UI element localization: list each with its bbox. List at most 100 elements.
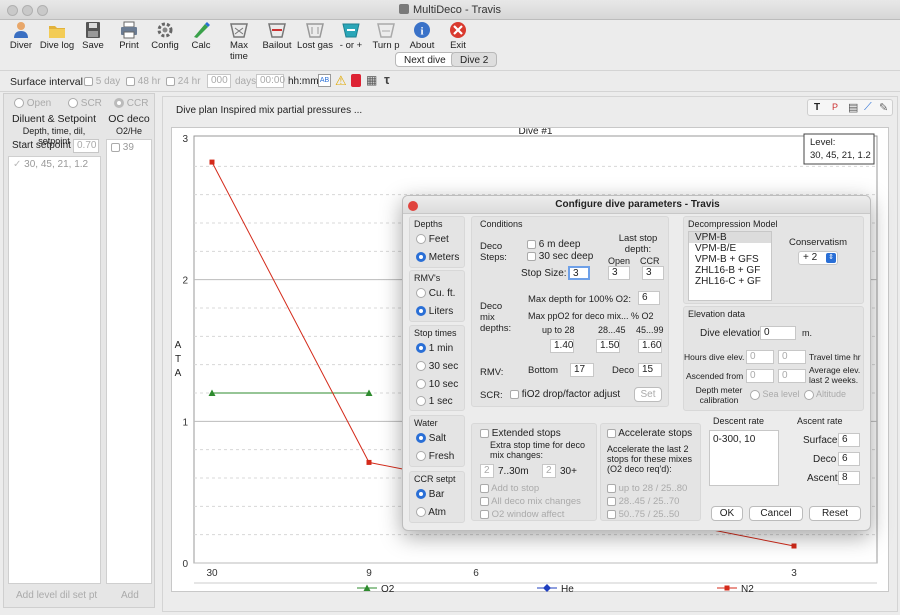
deco-model-option[interactable]: ZHL16-B + GF <box>689 265 771 276</box>
add-to-stop-checkbox[interactable]: Add to stop <box>480 483 539 494</box>
all-deco-mix-checkbox[interactable]: All deco mix changes <box>480 496 581 507</box>
ppo2-28-45-input[interactable]: 1.50 <box>596 339 620 353</box>
dive-elevation-input[interactable]: 0 <box>760 326 796 340</box>
meters-radio[interactable]: Meters <box>416 252 459 263</box>
grid-icon[interactable]: ▦ <box>366 73 377 87</box>
tab-next-dive[interactable]: Next dive <box>395 52 455 67</box>
ext-stop-b-input[interactable]: 2 <box>542 464 556 478</box>
window-close-button[interactable] <box>7 5 18 16</box>
checkbox[interactable] <box>480 496 489 506</box>
tau-icon[interactable]: τ <box>384 72 390 87</box>
salt-radio[interactable]: Salt <box>416 433 446 444</box>
list-item[interactable]: 39 <box>107 140 151 155</box>
checkbox[interactable] <box>111 142 120 152</box>
ppo2-45-99-input[interactable]: 1.60 <box>638 339 662 353</box>
checkbox[interactable] <box>126 76 135 86</box>
add-oc-button[interactable]: Add <box>121 590 139 601</box>
toolbar-turn-point-button[interactable]: Turn p <box>372 21 400 51</box>
radio[interactable] <box>416 489 426 500</box>
fio2-checkbox[interactable]: fiO2 drop/factor adjust <box>510 389 620 400</box>
checkbox[interactable] <box>607 509 616 519</box>
conservatism-select[interactable]: + 2 ⇕ <box>798 251 838 265</box>
add-dil-setpoint-button[interactable]: Add level dil set pt <box>16 590 97 601</box>
mode-ccr-radio[interactable]: CCR <box>114 98 148 109</box>
stop-1min-radio[interactable]: 1 min <box>416 343 453 354</box>
cuft-radio[interactable]: Cu. ft. <box>416 288 455 299</box>
radio[interactable] <box>416 396 426 407</box>
checkbox[interactable] <box>607 496 616 506</box>
surface-48hr-option[interactable]: 48 hr <box>126 76 161 87</box>
surface-days-input[interactable]: 000 <box>207 74 231 88</box>
accelerate-mix2-checkbox[interactable]: 28..45 / 25..70 <box>607 496 679 507</box>
checkbox[interactable] <box>607 428 616 438</box>
liters-radio[interactable]: Liters <box>416 306 453 317</box>
ppo2-upto28-input[interactable]: 1.40 <box>550 339 574 353</box>
fresh-radio[interactable]: Fresh <box>416 451 454 462</box>
radio[interactable] <box>416 252 426 263</box>
checkbox[interactable] <box>84 76 93 86</box>
last-stop-ccr-input[interactable]: 3 <box>642 266 664 280</box>
max-depth-o2-input[interactable]: 6 <box>638 291 660 305</box>
stop-size-input[interactable]: 3 <box>568 266 590 280</box>
dialog-close-button[interactable] <box>408 201 418 211</box>
scr-set-button[interactable]: Set <box>634 387 662 402</box>
radio[interactable] <box>14 98 24 109</box>
surface-time-input[interactable]: 00:00 <box>256 74 285 88</box>
checkbox[interactable] <box>510 389 519 399</box>
checkbox[interactable] <box>480 509 489 519</box>
radio[interactable] <box>416 306 426 317</box>
radio[interactable] <box>416 451 426 462</box>
table-tool-icon[interactable]: ▤ <box>848 101 858 114</box>
last-stop-open-input[interactable]: 3 <box>608 266 630 280</box>
window-minimize-button[interactable] <box>22 5 33 16</box>
start-setpoint-input[interactable]: 0.70 <box>73 139 99 153</box>
deco-rmv-input[interactable]: 15 <box>638 363 662 377</box>
toolbar-calc-button[interactable]: Calc <box>189 21 213 51</box>
pp-tool-icon[interactable]: P <box>832 102 838 112</box>
toolbar-print-button[interactable]: Print <box>115 21 143 51</box>
mode-open-radio[interactable]: Open <box>14 98 51 109</box>
radio[interactable] <box>416 379 426 390</box>
accelerate-stops-checkbox[interactable]: Accelerate stops <box>607 428 692 439</box>
toolbar-diver-button[interactable]: Diver <box>8 21 34 51</box>
deco-model-option[interactable]: VPM-B <box>689 232 771 243</box>
checkbox[interactable] <box>166 76 175 86</box>
deco-model-list[interactable]: VPM-B VPM-B/E VPM-B + GFS ZHL16-B + GF Z… <box>688 231 772 301</box>
tab-dive-2[interactable]: Dive 2 <box>451 52 498 67</box>
bar-radio[interactable]: Bar <box>416 489 444 500</box>
checkbox[interactable] <box>527 251 536 261</box>
o2-window-checkbox[interactable]: O2 window affect <box>480 509 564 520</box>
radio[interactable] <box>416 361 426 372</box>
ascended-from-input-b[interactable]: 0 <box>778 369 806 383</box>
text-tool-icon[interactable]: T <box>814 102 820 113</box>
toolbar-minus-plus-button[interactable]: - or + <box>337 21 365 51</box>
toolbar-save-button[interactable]: Save <box>80 21 106 51</box>
altitude-radio[interactable]: Altitude <box>804 389 846 400</box>
deco-model-option[interactable]: VPM-B/E <box>689 243 771 254</box>
toolbar-dive-log-button[interactable]: Dive log <box>38 21 76 51</box>
diluent-list[interactable]: ✓ 30, 45, 21, 1.2 <box>8 156 101 584</box>
ab-icon[interactable]: AB <box>318 74 331 87</box>
radio[interactable] <box>68 98 78 109</box>
hours-dive-elev-input-b[interactable]: 0 <box>778 350 806 364</box>
surface-rate-input[interactable]: 6 <box>838 433 860 447</box>
deco-model-option[interactable]: VPM-B + GFS <box>689 254 771 265</box>
surface-5day-option[interactable]: 5 day <box>84 76 120 87</box>
radio[interactable] <box>416 234 426 245</box>
radio[interactable] <box>416 343 426 354</box>
bottom-rmv-input[interactable]: 17 <box>570 363 594 377</box>
extended-stops-checkbox[interactable]: Extended stops <box>480 428 561 439</box>
toolbar-about-button[interactable]: i About <box>408 21 436 51</box>
six-m-deep-checkbox[interactable]: 6 m deep <box>527 239 580 250</box>
radio[interactable] <box>804 389 814 400</box>
oc-deco-list[interactable]: 39 <box>106 139 152 584</box>
radio[interactable] <box>416 433 426 444</box>
deco-rate-input[interactable]: 6 <box>838 452 860 466</box>
radio[interactable] <box>750 389 760 400</box>
checkbox[interactable] <box>607 483 616 493</box>
checkbox[interactable] <box>527 239 536 249</box>
cylinder-icon[interactable] <box>351 74 361 87</box>
window-zoom-button[interactable] <box>37 5 48 16</box>
checkbox[interactable] <box>480 483 489 493</box>
accelerate-mix3-checkbox[interactable]: 50..75 / 25..50 <box>607 509 679 520</box>
